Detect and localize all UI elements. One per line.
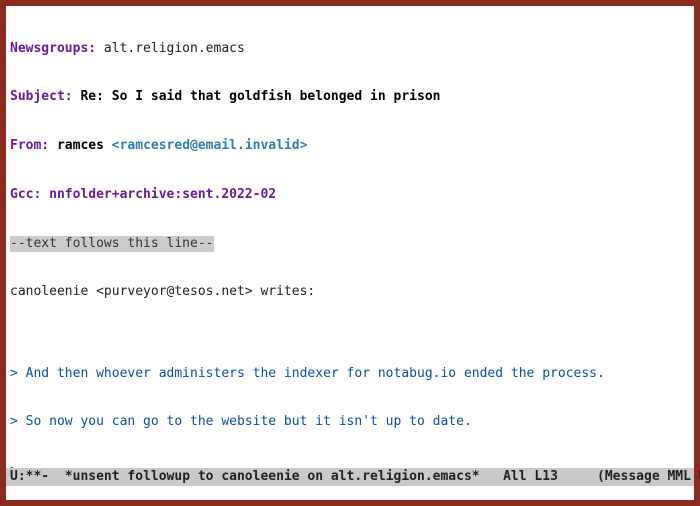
header-from: From: ramces <ramcesred@email.invalid> [10, 138, 690, 154]
from-name[interactable]: ramces [49, 138, 112, 153]
newsgroups-label: Newsgroups: [10, 41, 96, 56]
gcc-value[interactable]: nnfolder+archive:sent.2022-02 [41, 187, 276, 202]
quoted-line[interactable]: > And then whoever administers the index… [10, 366, 690, 382]
mode-line[interactable]: U:**- *unsent followup to canoleenie on … [6, 468, 694, 486]
gcc-label: Gcc: [10, 187, 41, 202]
emacs-frame: Newsgroups: alt.religion.emacs Subject: … [6, 6, 694, 500]
header-divider: --text follows this line-- [10, 236, 690, 252]
from-label: From: [10, 138, 49, 153]
divider-text: --text follows this line-- [10, 236, 214, 252]
message-buffer[interactable]: Newsgroups: alt.religion.emacs Subject: … [6, 6, 694, 468]
header-subject: Subject: Re: So I said that goldfish bel… [10, 89, 690, 105]
minibuffer[interactable] [6, 486, 694, 500]
subject-value[interactable]: Re: So I said that goldfish belonged in … [73, 89, 441, 104]
attribution-line[interactable]: canoleenie <purveyor@tesos.net> writes: [10, 284, 690, 300]
quoted-line[interactable]: > So now you can go to the website but i… [10, 414, 690, 430]
header-newsgroups: Newsgroups: alt.religion.emacs [10, 41, 690, 57]
subject-label: Subject: [10, 89, 73, 104]
modeline-position: All L13 [480, 469, 597, 485]
modeline-status: U:**- [10, 469, 65, 485]
newsgroups-value[interactable]: alt.religion.emacs [96, 41, 245, 56]
header-gcc: Gcc: nnfolder+archive:sent.2022-02 [10, 187, 690, 203]
from-email[interactable]: <ramcesred@email.invalid> [112, 138, 308, 153]
modeline-buffer-name[interactable]: *unsent followup to canoleenie on alt.re… [65, 469, 480, 485]
modeline-modes: (Message MML Undo-Tree [597, 469, 700, 485]
